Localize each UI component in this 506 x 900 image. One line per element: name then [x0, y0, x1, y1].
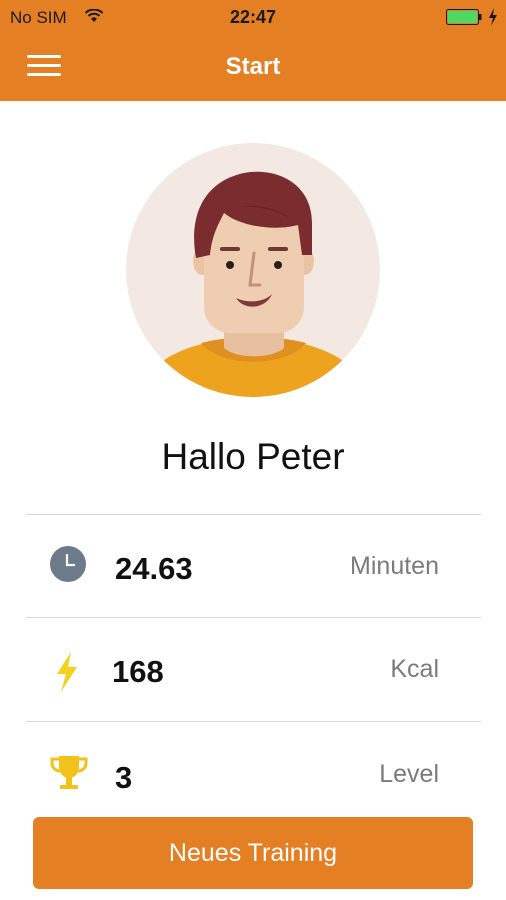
new-training-button[interactable]: Neues Training: [33, 817, 473, 889]
lightning-icon: [57, 652, 77, 692]
page-title: Start: [225, 53, 281, 80]
stat-row-minutes: 24.63 Minuten: [26, 516, 481, 616]
trophy-icon: [50, 756, 88, 789]
stat-value: 24.63: [115, 551, 193, 586]
avatar: [126, 143, 380, 397]
stat-unit: Level: [379, 760, 439, 788]
status-time: 22:47: [229, 7, 277, 27]
clock-icon: [50, 546, 86, 582]
top-bar: No SIM 22:47 Start: [0, 0, 506, 101]
charging-icon: [489, 8, 497, 26]
stat-value: 168: [112, 654, 164, 689]
greeting: Hallo Peter: [161, 436, 345, 477]
stat-row-level: 3 Level: [26, 722, 481, 822]
stat-unit: Kcal: [390, 655, 439, 683]
stat-row-kcal: 168 Kcal: [26, 618, 481, 718]
battery-icon: [446, 9, 482, 25]
stat-value: 3: [115, 760, 133, 795]
stat-unit: Minuten: [350, 552, 439, 580]
status-bar: No SIM 22:47: [0, 0, 506, 34]
divider: [26, 514, 481, 515]
